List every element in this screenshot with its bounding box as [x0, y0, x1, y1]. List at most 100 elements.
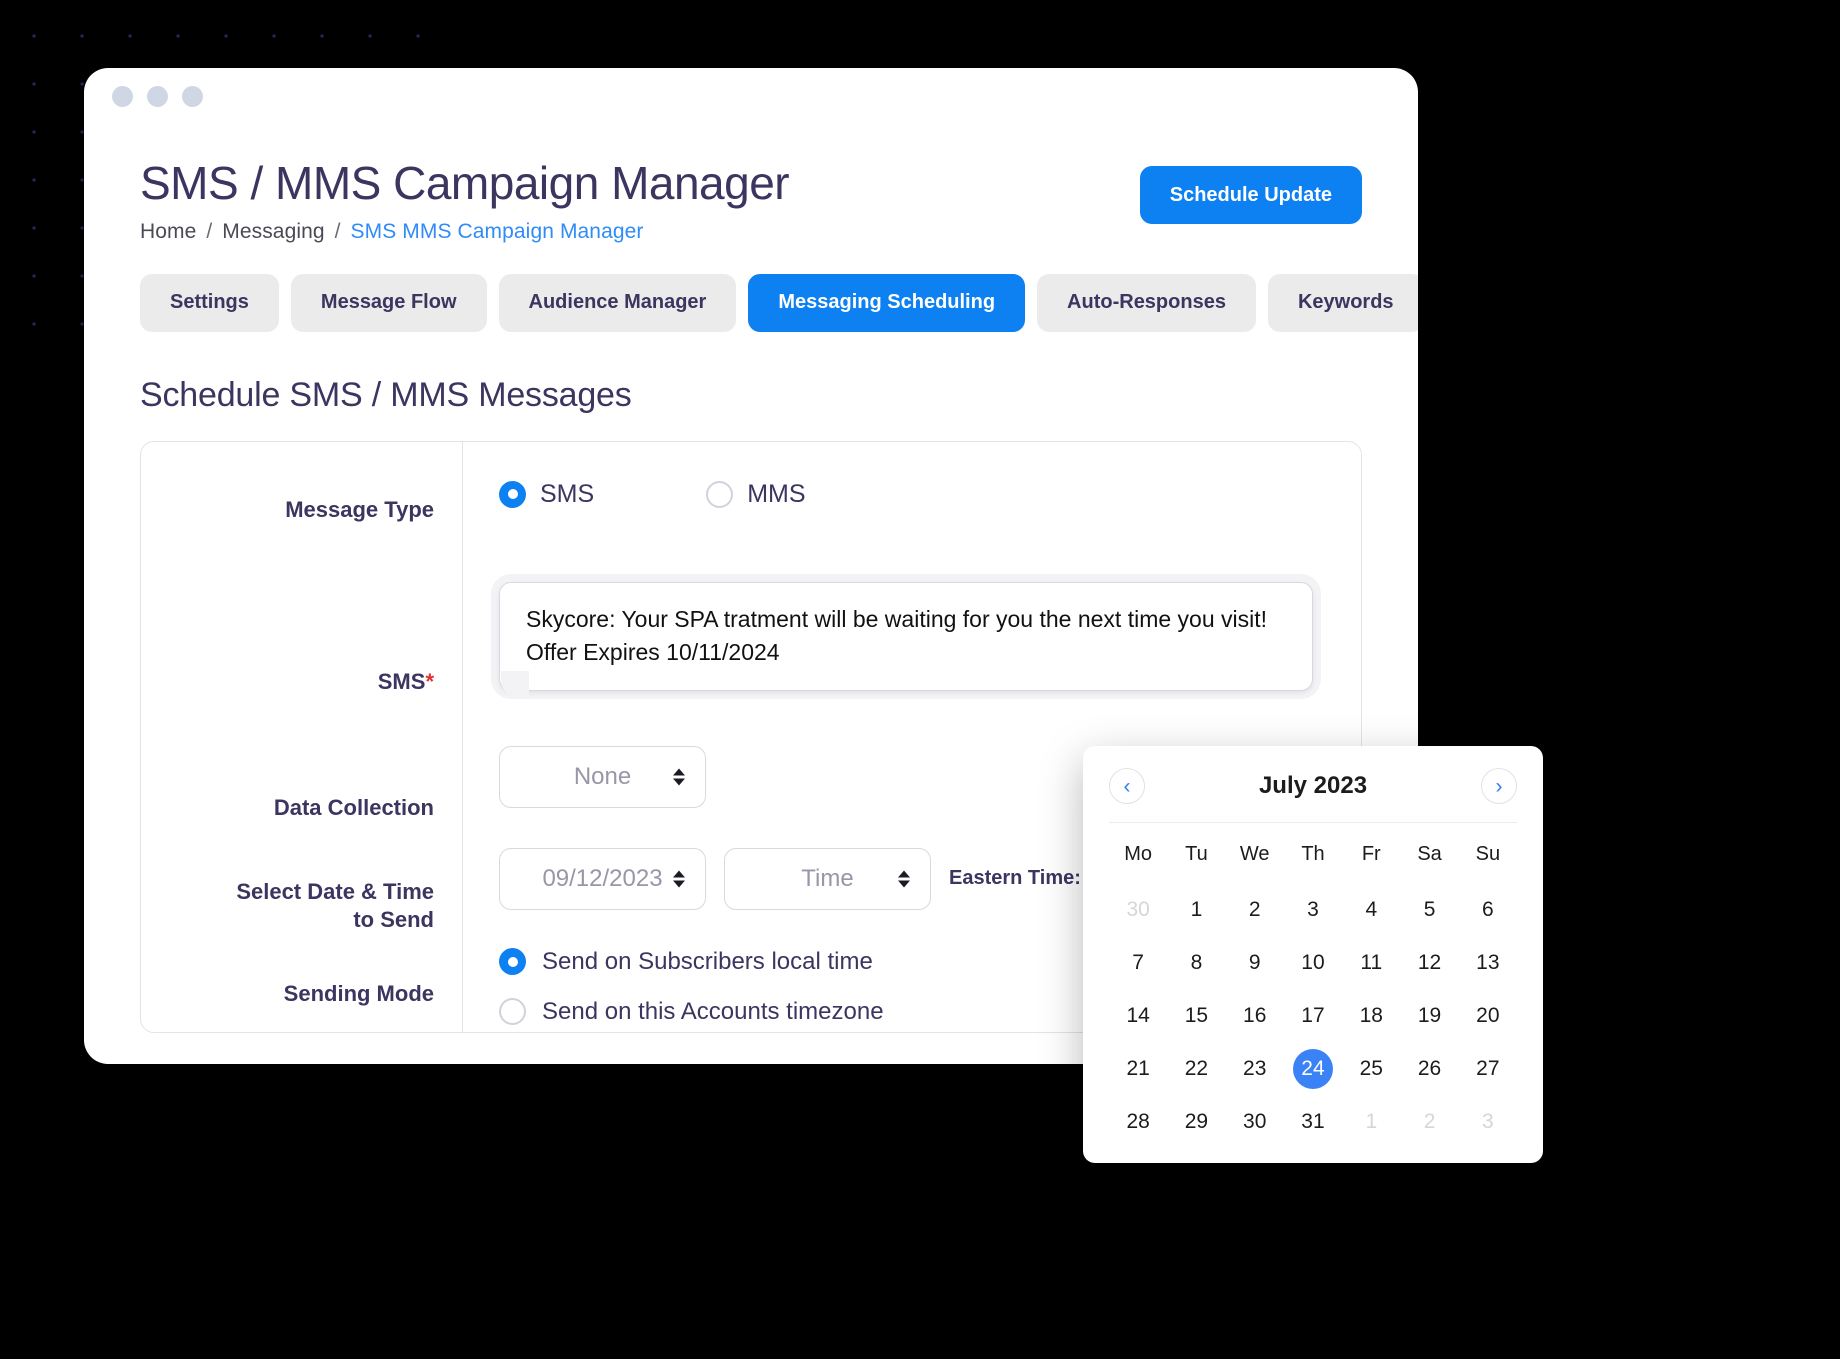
chevron-right-icon[interactable]: › [1481, 768, 1517, 804]
calendar-day[interactable]: 21 [1109, 1045, 1167, 1092]
label-select-date-time: Select Date & Time to Send [141, 808, 434, 933]
radio-accounts-timezone-icon[interactable] [499, 998, 526, 1026]
calendar-day[interactable]: 5 [1400, 886, 1458, 933]
calendar-day[interactable]: 30 [1226, 1098, 1284, 1145]
calendar-day[interactable]: 15 [1167, 992, 1225, 1039]
calendar-day[interactable]: 30 [1109, 886, 1167, 933]
calendar-day-number: 25 [1359, 1056, 1383, 1080]
calendar-day-number: 3 [1307, 897, 1319, 921]
calendar-day[interactable]: 2 [1226, 886, 1284, 933]
radio-option-sms[interactable]: SMS [499, 480, 594, 509]
calendar-day[interactable]: 1 [1167, 886, 1225, 933]
chevron-left-icon[interactable]: ‹ [1109, 768, 1145, 804]
calendar-day-selected[interactable]: 24 [1284, 1045, 1342, 1092]
calendar-day[interactable]: 14 [1109, 992, 1167, 1039]
calendar-day[interactable]: 2 [1400, 1098, 1458, 1145]
calendar-day[interactable]: 7 [1109, 939, 1167, 986]
tab-audience-manager[interactable]: Audience Manager [498, 273, 737, 332]
time-input[interactable]: Time [724, 847, 931, 910]
calendar-day[interactable]: 23 [1226, 1045, 1284, 1092]
label-sms: SMS* [141, 566, 434, 718]
window-dot-maximize-icon[interactable] [182, 85, 203, 107]
calendar-day[interactable]: 25 [1342, 1045, 1400, 1092]
tab-auto-responses[interactable]: Auto-Responses [1037, 273, 1256, 332]
calendar-day-number: 27 [1476, 1056, 1500, 1080]
calendar-day[interactable]: 28 [1109, 1098, 1167, 1145]
message-type-radio-group: SMS MMS [499, 480, 1361, 509]
calendar-day[interactable]: 26 [1400, 1045, 1458, 1092]
calendar-day[interactable]: 31 [1284, 1098, 1342, 1145]
calendar-day-number: 11 [1360, 950, 1383, 974]
calendar-day-number: 3 [1482, 1109, 1494, 1133]
calendar-day-number: 9 [1248, 950, 1261, 974]
tab-keywords[interactable]: Keywords [1267, 273, 1418, 332]
breadcrumb-messaging[interactable]: Messaging [222, 220, 324, 243]
calendar-day[interactable]: 29 [1167, 1098, 1225, 1145]
date-input[interactable]: 09/12/2023 [499, 847, 706, 910]
calendar-day-number: 21 [1126, 1056, 1150, 1080]
window-dot-minimize-icon[interactable] [147, 85, 168, 107]
label-date-time-line1: Select Date & Time [236, 878, 434, 904]
calendar-day[interactable]: 12 [1400, 939, 1458, 986]
sms-bubble-tail [501, 670, 529, 699]
calendar-day-number: 8 [1190, 950, 1203, 974]
calendar-day-number: 28 [1126, 1109, 1150, 1133]
calendar-day-number: 30 [1126, 897, 1150, 921]
radio-mms-icon[interactable] [706, 480, 734, 508]
form-label-column: Message Type SMS* Data Collection Select… [141, 441, 463, 1032]
tab-settings[interactable]: Settings [140, 273, 279, 332]
calendar-day[interactable]: 17 [1284, 992, 1342, 1039]
tab-messaging-scheduling[interactable]: Messaging Scheduling [748, 273, 1026, 332]
calendar-day[interactable]: 4 [1342, 886, 1400, 933]
breadcrumb: Home / Messaging / SMS MMS Campaign Mana… [140, 220, 789, 244]
calendar-day[interactable]: 11 [1342, 939, 1400, 986]
calendar-weekday-sa: Sa [1417, 843, 1442, 865]
calendar-day-number: 2 [1423, 1109, 1436, 1133]
calendar-day[interactable]: 9 [1226, 939, 1284, 986]
radio-option-mms[interactable]: MMS [706, 479, 806, 509]
schedule-update-button[interactable]: Schedule Update [1139, 166, 1362, 224]
calendar-day-number: 14 [1126, 1003, 1150, 1027]
calendar-day[interactable]: 3 [1459, 1098, 1517, 1145]
calendar-day[interactable]: 10 [1284, 939, 1342, 986]
radio-accounts-timezone-label: Send on this Accounts timezone [542, 997, 884, 1025]
calendar-weekday-tu: Tu [1185, 843, 1208, 865]
calendar-day[interactable]: 3 [1284, 886, 1342, 933]
calendar-day[interactable]: 16 [1226, 992, 1284, 1039]
time-input-placeholder: Time [801, 864, 854, 892]
calendar-day-number: 12 [1417, 950, 1442, 974]
radio-mms-label: MMS [747, 479, 806, 508]
calendar-weekday-we: We [1239, 843, 1270, 865]
calendar-weekday-th: Th [1301, 843, 1325, 865]
tab-message-flow[interactable]: Message Flow [290, 273, 487, 332]
calendar-day-number: 15 [1184, 1003, 1209, 1027]
data-collection-value: None [573, 762, 632, 790]
calendar-day-number: 7 [1132, 950, 1144, 974]
radio-sms-icon[interactable] [499, 480, 526, 508]
data-collection-select[interactable]: None [499, 745, 706, 808]
sms-message-textarea[interactable]: Skycore: Your SPA tratment will be waiti… [499, 581, 1313, 691]
calendar-day[interactable]: 18 [1342, 992, 1400, 1039]
window-dot-close-icon[interactable] [112, 85, 133, 107]
calendar-day[interactable]: 13 [1459, 939, 1517, 986]
breadcrumb-home[interactable]: Home [140, 220, 196, 243]
window-titlebar [84, 68, 1418, 124]
date-input-value: 09/12/2023 [542, 864, 663, 892]
calendar-day-number: 20 [1476, 1003, 1500, 1027]
calendar-day-number: 16 [1243, 1003, 1267, 1027]
calendar-day-number: 24 [1292, 1048, 1333, 1089]
calendar-day[interactable]: 19 [1400, 992, 1458, 1039]
calendar-day[interactable]: 6 [1459, 886, 1517, 933]
page-title: SMS / MMS Campaign Manager [140, 157, 790, 209]
date-picker-popover: ‹ July 2023 › Mo Tu We Th Fr Sa Su 30 1 2 3 4 5 6 7 8 9 1… [1083, 746, 1543, 1163]
calendar-day-number: 1 [1190, 897, 1203, 921]
calendar-day-number: 19 [1417, 1003, 1442, 1027]
calendar-day[interactable]: 27 [1459, 1045, 1517, 1092]
radio-subscribers-local-time-icon[interactable] [499, 948, 526, 976]
breadcrumb-current[interactable]: SMS MMS Campaign Manager [351, 220, 644, 243]
calendar-month-title: July 2023 [1258, 772, 1368, 799]
calendar-day[interactable]: 22 [1167, 1045, 1225, 1092]
calendar-day[interactable]: 20 [1459, 992, 1517, 1039]
calendar-day[interactable]: 1 [1342, 1098, 1400, 1145]
calendar-day[interactable]: 8 [1167, 939, 1225, 986]
